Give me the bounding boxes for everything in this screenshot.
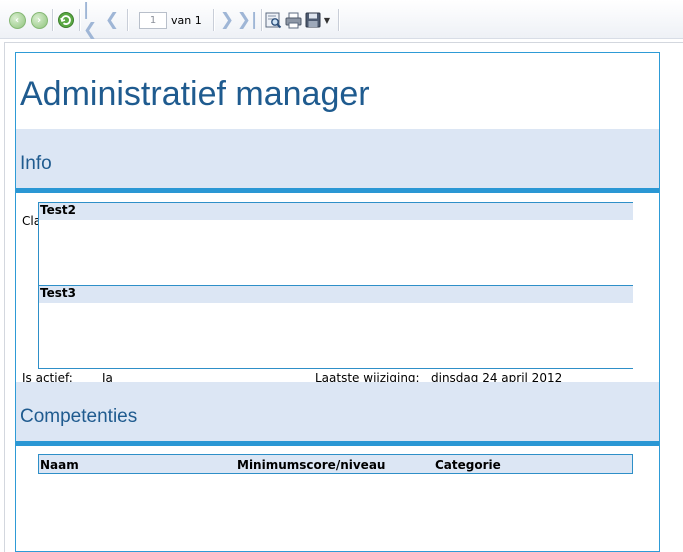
subreport-panel: Test2 Test3 bbox=[38, 202, 633, 369]
previous-page-button[interactable]: ❮ bbox=[104, 10, 120, 30]
find-icon bbox=[265, 12, 281, 28]
find-button[interactable] bbox=[264, 10, 282, 30]
report-viewer-toolbar: ‹ › |❮ ❮ 1 van 1 ❯ ❯| ▼ bbox=[0, 0, 683, 40]
next-page-icon: ❯ bbox=[219, 10, 235, 30]
next-page-button[interactable]: ❯ bbox=[219, 10, 235, 30]
competenties-section-header: Competenties bbox=[16, 382, 659, 446]
save-button[interactable] bbox=[304, 10, 322, 30]
refresh-button[interactable] bbox=[56, 10, 76, 30]
last-page-button[interactable]: ❯| bbox=[237, 10, 257, 30]
report-page: Administratief manager Info Cla Test2 Te… bbox=[15, 52, 660, 552]
toolbar-separator bbox=[52, 9, 54, 31]
column-naam: Naam bbox=[40, 458, 79, 472]
last-page-icon: ❯| bbox=[236, 10, 258, 30]
save-format-dropdown[interactable]: ▼ bbox=[322, 10, 332, 30]
info-section-title: Info bbox=[20, 153, 52, 174]
competenties-section-title: Competenties bbox=[20, 406, 138, 427]
back-button[interactable]: ‹ bbox=[8, 10, 26, 30]
subreport-item-header: Test2 bbox=[39, 202, 633, 220]
back-icon: ‹ bbox=[8, 11, 26, 29]
page-count-label: van 1 bbox=[171, 14, 202, 27]
previous-page-icon: ❮ bbox=[104, 10, 120, 30]
column-categorie: Categorie bbox=[435, 458, 501, 472]
subreport-item-header: Test3 bbox=[39, 285, 633, 303]
forward-button[interactable]: › bbox=[30, 10, 48, 30]
toolbar-separator bbox=[79, 9, 81, 31]
column-minimumscore: Minimumscore/niveau bbox=[237, 458, 386, 472]
toolbar-separator bbox=[338, 9, 340, 31]
print-button[interactable] bbox=[284, 10, 302, 30]
save-icon bbox=[305, 12, 321, 28]
toolbar-separator bbox=[127, 9, 129, 31]
report-title: Administratief manager bbox=[20, 75, 370, 113]
first-page-icon: |❮ bbox=[83, 0, 98, 40]
refresh-icon bbox=[58, 12, 74, 28]
competenties-column-header: Naam Minimumscore/niveau Categorie bbox=[38, 454, 633, 474]
toolbar-separator bbox=[261, 9, 263, 31]
info-section-header: Info bbox=[16, 129, 659, 193]
first-page-button[interactable]: |❮ bbox=[83, 0, 101, 40]
page-number-input[interactable]: 1 bbox=[139, 12, 167, 29]
dropdown-arrow-icon: ▼ bbox=[323, 15, 331, 25]
toolbar-separator bbox=[213, 9, 215, 31]
forward-icon: › bbox=[30, 11, 48, 29]
print-icon bbox=[285, 12, 301, 28]
